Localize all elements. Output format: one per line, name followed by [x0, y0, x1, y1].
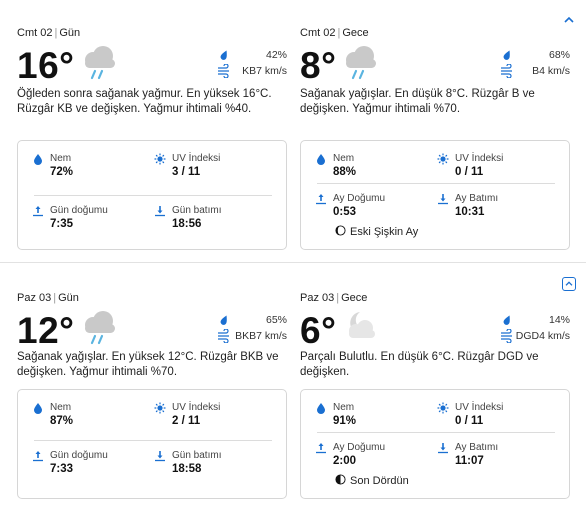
wind-value: BKB7 km/s — [235, 330, 287, 342]
sun-icon — [154, 402, 166, 414]
nighttime-panel: Paz 03 | Gece 6° 14% DGD4 km/s Parçalı Bul… — [300, 292, 576, 507]
period-label: Gece — [342, 27, 369, 39]
temperature: 6° — [300, 310, 337, 351]
humidity-drop-icon — [34, 154, 42, 165]
details-card: Nem 72% UV İndeksi 3 / 11 Gün doğumu 7:3… — [17, 140, 287, 250]
moonrise-icon — [316, 194, 326, 205]
card-divider — [34, 440, 272, 441]
details-card: Nem 87% UV İndeksi 2 / 11 Gün doğumu 7:3… — [17, 389, 287, 499]
period-label: Gece — [341, 292, 368, 304]
wind-icon — [501, 329, 512, 343]
forecast-day-section: Cmt 02 | Gün 16° 42% KB7 km/s Öğleden sonr… — [0, 0, 586, 262]
forecast-description: Parçalı Bulutlu. En düşük 6°C. Rüzgâr DG… — [300, 351, 539, 378]
temperature: 12° — [17, 310, 75, 351]
humidity-drop-icon — [34, 403, 42, 414]
precip-drop-icon — [503, 315, 510, 325]
period-label: Gün — [58, 292, 79, 304]
wind-value: DGD4 km/s — [515, 330, 570, 342]
details-card: Nem 88% UV İndeksi 0 / 11 Ay Doğumu 0:53… — [300, 140, 570, 250]
period-header: Cmt 02 | Gece — [300, 27, 369, 39]
sunrise-icon — [33, 451, 43, 462]
moonset-icon — [438, 194, 448, 205]
date-label: Cmt 02 — [17, 27, 53, 39]
rain-cloud-icon — [85, 311, 115, 345]
moon-phase: Eski Şişkin Ay — [335, 225, 418, 238]
precip-value: 65% — [265, 314, 287, 326]
moon-phase-waning-gibbous-icon — [335, 225, 346, 236]
date-label: Cmt 02 — [300, 27, 336, 39]
card-divider — [317, 432, 555, 433]
sun-icon — [437, 153, 449, 165]
daytime-panel: Paz 03 | Gün 12° 65% BKB7 km/s Sağanak yağ… — [17, 292, 293, 507]
wind-value: B4 km/s — [532, 65, 570, 77]
moon-phase: Son Dördün — [335, 474, 409, 487]
moon-phase-label: Son Dördün — [350, 475, 409, 487]
daytime-panel: Cmt 02 | Gün 16° 42% KB7 km/s Öğleden sonr… — [17, 27, 293, 257]
moonset-icon — [438, 443, 448, 454]
card-divider — [34, 195, 272, 196]
precip-drop-icon — [220, 315, 227, 325]
nighttime-panel: Cmt 02 | Gece 8° 68% B4 km/s Sağanak yağış… — [300, 27, 576, 257]
period-header: Cmt 02 | Gün — [17, 27, 81, 39]
quick-stats: 68% B4 km/s — [500, 47, 570, 79]
expand-chevron-up-icon[interactable] — [562, 277, 576, 291]
date-label: Paz 03 — [300, 292, 335, 304]
precip-value: 42% — [265, 49, 287, 61]
precip-value: 14% — [548, 314, 570, 326]
forecast-description: Sağanak yağışlar. En düşük 8°C. Rüzgâr B… — [300, 88, 535, 115]
moon-cloud-icon — [349, 312, 375, 338]
forecast-day-section: Paz 03 | Gün 12° 65% BKB7 km/s Sağanak yağ… — [0, 262, 586, 511]
temperature: 16° — [17, 45, 75, 86]
card-divider — [317, 183, 555, 184]
sun-icon — [437, 402, 449, 414]
sun-icon — [154, 153, 166, 165]
wind-value: KB7 km/s — [242, 65, 287, 77]
period-header: Paz 03 | Gün — [17, 292, 79, 304]
quick-stats: 65% BKB7 km/s — [217, 312, 287, 344]
quick-stats: 14% DGD4 km/s — [500, 312, 570, 344]
humidity-drop-icon — [317, 403, 325, 414]
precip-value: 68% — [548, 49, 570, 61]
forecast-description: Sağanak yağışlar. En yüksek 12°C. Rüzgâr… — [17, 351, 279, 378]
period-label: Gün — [59, 27, 81, 39]
sunset-icon — [155, 206, 165, 217]
humidity-drop-icon — [317, 154, 325, 165]
wind-icon — [218, 329, 229, 343]
wind-icon — [218, 64, 229, 78]
date-label: Paz 03 — [17, 292, 52, 304]
forecast-description: Öğleden sonra sağanak yağmur. En yüksek … — [17, 88, 272, 115]
wind-icon — [501, 64, 512, 78]
precip-drop-icon — [220, 50, 227, 60]
rain-cloud-icon — [85, 46, 115, 80]
moon-phase-label: Eski Şişkin Ay — [350, 226, 419, 238]
collapse-chevron-up-icon[interactable] — [562, 13, 576, 27]
sunset-icon — [155, 451, 165, 462]
sunrise-icon — [33, 206, 43, 217]
details-card: Nem 91% UV İndeksi 0 / 11 Ay Doğumu 2:00… — [300, 389, 570, 499]
temperature: 8° — [300, 45, 337, 86]
moon-phase-last-quarter-icon — [335, 474, 346, 485]
period-header: Paz 03 | Gece — [300, 292, 368, 304]
rain-cloud-icon — [346, 46, 376, 80]
quick-stats: 42% KB7 km/s — [217, 47, 287, 79]
moonrise-icon — [316, 443, 326, 454]
precip-drop-icon — [503, 50, 510, 60]
